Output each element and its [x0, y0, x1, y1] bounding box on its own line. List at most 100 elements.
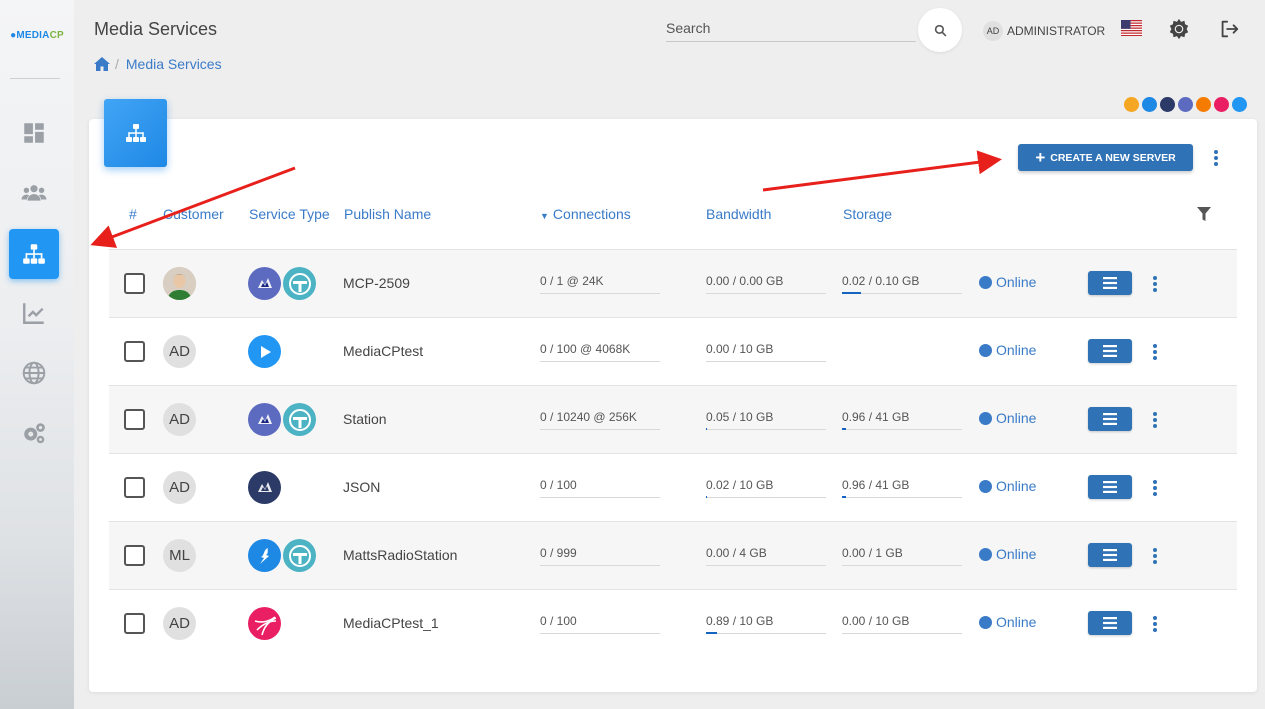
publish-name[interactable]: MediaCPtest_1: [343, 615, 439, 631]
row-checkbox[interactable]: [124, 273, 145, 294]
shoutcast-icon: [248, 267, 281, 300]
more-vert-icon[interactable]: [1209, 148, 1223, 168]
user-menu[interactable]: AD ADMINISTRATOR: [983, 21, 1105, 41]
filter-icon[interactable]: [1196, 206, 1212, 222]
row-checkbox[interactable]: [124, 545, 145, 566]
row-checkbox[interactable]: [124, 477, 145, 498]
flame-orange-icon[interactable]: [1196, 97, 1211, 112]
customer-avatar[interactable]: AD: [163, 403, 196, 436]
sidebar-item-reports[interactable]: [9, 288, 59, 338]
column-header-storage[interactable]: Storage: [843, 206, 892, 222]
publish-name[interactable]: Station: [343, 411, 387, 427]
user-name: ADMINISTRATOR: [1007, 24, 1106, 38]
table-row[interactable]: AD Station 0 / 10240 @ 256K 0.05 / 10 GB…: [109, 385, 1237, 453]
avatar: AD: [983, 21, 1003, 41]
more-vert-icon[interactable]: [1149, 342, 1161, 362]
table-row[interactable]: AD MediaCPtest 0 / 100 @ 4068K 0.00 / 10…: [109, 317, 1237, 385]
bandwidth-meter-bar: [706, 632, 717, 634]
connections-meter: 0 / 100: [540, 614, 660, 634]
chart-icon: [23, 303, 44, 324]
ball-pink-icon[interactable]: [1214, 97, 1229, 112]
more-vert-icon[interactable]: [1149, 478, 1161, 498]
publish-name[interactable]: JSON: [343, 479, 380, 495]
more-vert-icon[interactable]: [1149, 274, 1161, 294]
more-vert-icon[interactable]: [1149, 410, 1161, 430]
search-button[interactable]: [918, 8, 962, 52]
status-indicator: Online: [979, 614, 1036, 630]
more-vert-icon[interactable]: [1149, 546, 1161, 566]
status-label: Online: [996, 478, 1037, 494]
more-vert-icon[interactable]: [1149, 614, 1161, 634]
publish-name[interactable]: MattsRadioStation: [343, 547, 457, 563]
row-manage-button[interactable]: [1088, 543, 1132, 567]
customer-avatar[interactable]: AD: [163, 471, 196, 504]
column-header-bandwidth[interactable]: Bandwidth: [706, 206, 771, 222]
search-input[interactable]: [666, 20, 916, 36]
table-row[interactable]: AD MediaCPtest_1 0 / 100 0.89 / 10 GB 0.…: [109, 589, 1237, 657]
sidebar-item-settings[interactable]: [9, 408, 59, 458]
customer-avatar[interactable]: AD: [163, 607, 196, 640]
service-type-icons: [248, 471, 281, 504]
breadcrumb-current[interactable]: Media Services: [126, 56, 222, 72]
shoutcast-dark-icon[interactable]: [1160, 97, 1175, 112]
home-icon[interactable]: [94, 57, 110, 71]
create-server-button[interactable]: + CREATE A NEW SERVER: [1018, 144, 1193, 171]
service-type-icons: [248, 403, 316, 436]
storage-meter: 0.00 / 1 GB: [842, 546, 962, 566]
card-header-icon: [104, 99, 167, 167]
column-header-customer[interactable]: Customer: [163, 206, 224, 222]
row-manage-button[interactable]: [1088, 407, 1132, 431]
create-server-label: CREATE A NEW SERVER: [1050, 151, 1176, 164]
us-flag-icon[interactable]: [1121, 20, 1142, 36]
search-field[interactable]: [666, 20, 916, 42]
row-checkbox[interactable]: [124, 341, 145, 362]
lightning-orange-icon[interactable]: [1124, 97, 1139, 112]
logout-icon[interactable]: [1218, 18, 1240, 40]
row-manage-button[interactable]: [1088, 339, 1132, 363]
publish-name[interactable]: MCP-2509: [343, 275, 410, 291]
service-type-icons: [248, 335, 281, 368]
row-checkbox[interactable]: [124, 409, 145, 430]
sidebar-item-network[interactable]: [9, 348, 59, 398]
customer-avatar[interactable]: ML: [163, 539, 196, 572]
column-header-publish-name[interactable]: Publish Name: [344, 206, 431, 222]
table-row[interactable]: AD JSON 0 / 100 0.02 / 10 GB 0.96 / 41 G…: [109, 453, 1237, 521]
row-manage-button[interactable]: [1088, 611, 1132, 635]
connections-meter: 0 / 100: [540, 478, 660, 498]
column-header-service-type[interactable]: Service Type: [249, 206, 330, 222]
table-row[interactable]: MCP-2509 0 / 1 @ 24K 0.00 / 0.00 GB 0.02…: [109, 249, 1237, 317]
bandwidth-meter: 0.00 / 10 GB: [706, 342, 826, 362]
row-manage-button[interactable]: [1088, 475, 1132, 499]
connections-meter: 0 / 10240 @ 256K: [540, 410, 660, 430]
icecast-icon: [283, 267, 316, 300]
sidebar-item-customers[interactable]: [9, 168, 59, 218]
brightness-icon[interactable]: [1168, 18, 1190, 40]
person-photo-icon: [163, 267, 196, 300]
sidebar-item-media-services[interactable]: [9, 229, 59, 279]
customer-avatar[interactable]: [163, 267, 196, 300]
customer-avatar[interactable]: AD: [163, 335, 196, 368]
flash-blue-icon[interactable]: [1142, 97, 1157, 112]
menu-icon: [1103, 481, 1117, 493]
storage-meter-bar: [842, 292, 862, 294]
table-row[interactable]: ML MattsRadioStation 0 / 999 0.00 / 4 GB…: [109, 521, 1237, 589]
storage-meter: 0.02 / 0.10 GB: [842, 274, 962, 294]
row-checkbox[interactable]: [124, 613, 145, 634]
search-icon: [934, 24, 946, 36]
row-manage-button[interactable]: [1088, 271, 1132, 295]
play-blue-icon[interactable]: [1232, 97, 1247, 112]
publish-name[interactable]: MediaCPtest: [343, 343, 423, 359]
shoutcast-icon[interactable]: [1178, 97, 1193, 112]
plus-icon: +: [1035, 148, 1046, 167]
mediacp-logo[interactable]: ●MEDIACP: [0, 30, 74, 41]
status-dot: [979, 343, 992, 357]
status-label: Online: [996, 274, 1037, 290]
column-header-num[interactable]: #: [129, 206, 137, 222]
globe-icon: [22, 361, 46, 385]
sidebar-divider: [10, 78, 60, 79]
status-dot: [979, 275, 992, 289]
status-dot: [979, 615, 992, 629]
column-header-connections[interactable]: ▼ Connections: [540, 206, 631, 222]
status-indicator: Online: [979, 274, 1036, 290]
sidebar-item-dashboard[interactable]: [9, 108, 59, 158]
